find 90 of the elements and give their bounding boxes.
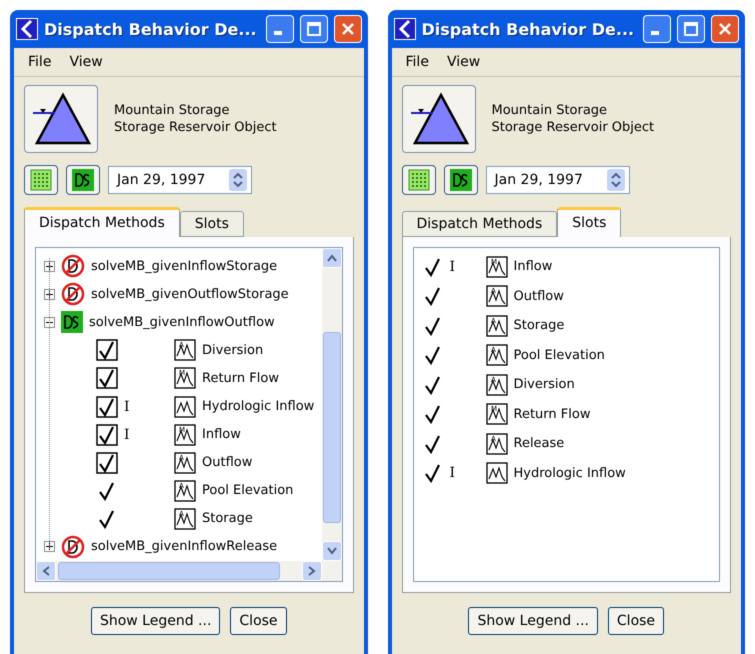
- flag-label: I: [450, 258, 456, 275]
- slot-name: Pool Elevation: [514, 348, 605, 363]
- slot-name: Return Flow: [514, 406, 590, 422]
- horizontal-scrollbar[interactable]: [36, 561, 342, 581]
- prohibited-d-icon: [61, 282, 85, 306]
- grid-button[interactable]: [402, 165, 436, 195]
- slot-name: Diversion: [514, 377, 575, 392]
- app-logo-icon: [16, 18, 38, 40]
- dialog-button[interactable]: Show Legend ...: [90, 607, 220, 635]
- tab[interactable]: Dispatch Methods: [24, 207, 180, 237]
- dialog-button[interactable]: Close: [608, 607, 664, 635]
- method-name[interactable]: solveMB_givenInflowRelease: [91, 539, 278, 554]
- method-name[interactable]: solveMB_givenInflowOutflow: [89, 314, 275, 330]
- app-logo-icon: [394, 18, 416, 40]
- menu-item[interactable]: View: [446, 54, 480, 70]
- dialog-button[interactable]: Close: [230, 607, 287, 635]
- tab[interactable]: Dispatch Methods: [402, 211, 558, 237]
- up-down-arrows-icon: [610, 172, 620, 188]
- tab[interactable]: Slots: [180, 211, 244, 237]
- method-name[interactable]: solveMB_givenOutflowStorage: [91, 286, 289, 302]
- menu-item[interactable]: File: [28, 54, 52, 70]
- prohibited-d-icon: [61, 254, 85, 278]
- close-button[interactable]: [711, 15, 739, 43]
- object-name: Mountain Storage: [492, 103, 608, 118]
- slot-name: Outflow: [514, 288, 564, 304]
- slot-name: Storage: [514, 318, 564, 334]
- expand-toggle[interactable]: [44, 260, 55, 272]
- expand-toggle[interactable]: [44, 541, 55, 552]
- close-icon: [718, 22, 732, 36]
- slot-name: Inflow: [202, 427, 241, 442]
- slot-name: Release: [514, 436, 564, 452]
- vertical-scrollbar[interactable]: [322, 248, 342, 561]
- flag-label: I: [450, 465, 456, 482]
- plus-icon: [46, 262, 53, 270]
- series-icon: [486, 462, 508, 484]
- scroll-up-button[interactable]: [322, 248, 342, 268]
- flag-label: I: [124, 398, 130, 415]
- slot-name: Inflow: [514, 259, 552, 274]
- flag-label: I: [124, 426, 130, 443]
- object-type: Storage Reservoir Object: [114, 120, 277, 135]
- collapse-toggle[interactable]: [44, 316, 55, 328]
- series-icon: [174, 396, 196, 418]
- spinner-button[interactable]: [229, 169, 247, 191]
- dialog-button[interactable]: Show Legend ...: [468, 607, 598, 635]
- slot-name: Pool Elevation: [202, 483, 294, 498]
- expand-toggle[interactable]: [44, 288, 55, 300]
- window-title: Dispatch Behavior De...: [422, 20, 636, 38]
- menu-item[interactable]: File: [406, 54, 429, 70]
- grid-icon: [408, 169, 430, 191]
- ds-icon: [61, 311, 83, 334]
- scroll-down-button[interactable]: [322, 541, 342, 561]
- maximize-button[interactable]: [677, 15, 705, 43]
- ds-icon: [72, 169, 94, 191]
- ds-button[interactable]: [66, 165, 100, 195]
- scroll-right-button[interactable]: [302, 561, 322, 581]
- spinner-button[interactable]: [606, 169, 624, 191]
- object-type: Storage Reservoir Object: [492, 120, 654, 135]
- slot-name: Diversion: [202, 342, 264, 358]
- prohibited-d-icon: [61, 534, 85, 559]
- minimize-icon: [651, 31, 659, 35]
- slot-name: Hydrologic Inflow: [202, 399, 314, 414]
- method-name[interactable]: solveMB_givenInflowStorage: [91, 258, 278, 274]
- minimize-button[interactable]: [643, 15, 671, 43]
- slot-name: Storage: [202, 511, 253, 526]
- menu-item[interactable]: View: [69, 54, 103, 70]
- reservoir-button[interactable]: [402, 85, 476, 153]
- ds-button[interactable]: [444, 165, 478, 195]
- maximize-icon: [306, 22, 320, 36]
- slot-name: Return Flow: [202, 370, 279, 386]
- window-title: Dispatch Behavior De...: [44, 20, 258, 38]
- scroll-left-button[interactable]: [36, 561, 56, 581]
- ds-icon: [450, 169, 472, 191]
- minimize-icon: [274, 31, 282, 35]
- maximize-icon: [684, 22, 698, 36]
- date-field[interactable]: Jan 29, 1997: [108, 166, 252, 194]
- plus-icon: [46, 290, 53, 298]
- grid-icon: [30, 169, 52, 191]
- grid-button[interactable]: [24, 165, 58, 195]
- close-icon: [340, 22, 354, 36]
- reservoir-button[interactable]: [24, 85, 98, 153]
- plus-icon: [46, 543, 53, 550]
- slot-name: Outflow: [202, 455, 252, 470]
- date-field[interactable]: Jan 29, 1997: [486, 166, 630, 194]
- up-down-arrows-icon: [233, 172, 243, 188]
- close-button[interactable]: [334, 15, 362, 43]
- tab[interactable]: Slots: [557, 207, 622, 237]
- slot-name: Hydrologic Inflow: [514, 466, 626, 481]
- minimize-button[interactable]: [266, 15, 294, 43]
- maximize-button[interactable]: [300, 15, 328, 43]
- object-name: Mountain Storage: [114, 103, 231, 118]
